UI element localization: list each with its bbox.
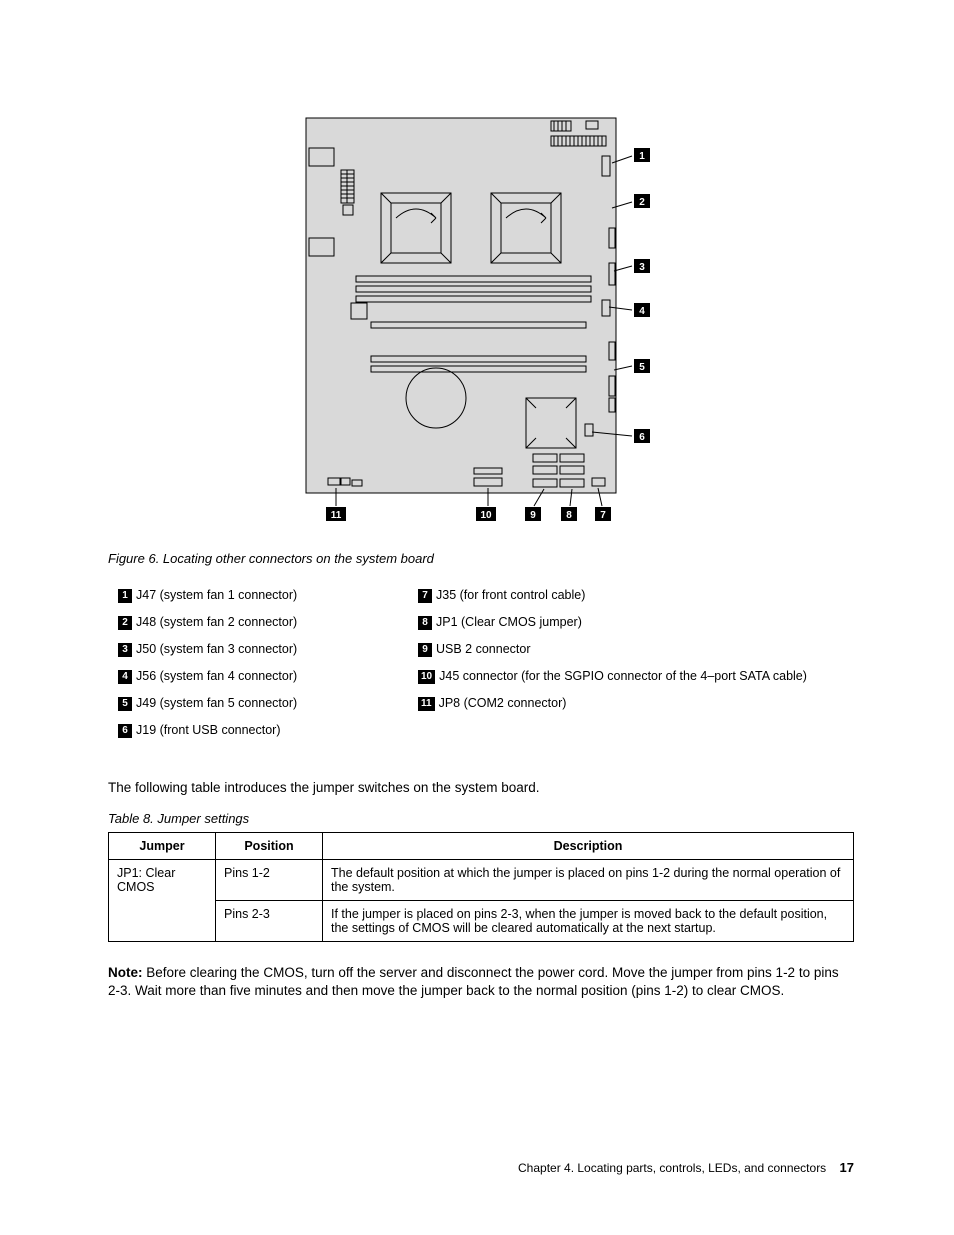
board-svg: 1 2 3 4 5 6 11 10 9 8 7	[296, 108, 666, 528]
system-board-diagram: 1 2 3 4 5 6 11 10 9 8 7	[108, 108, 854, 531]
svg-text:9: 9	[530, 510, 536, 521]
svg-text:10: 10	[480, 510, 492, 521]
svg-text:6: 6	[639, 432, 645, 443]
svg-text:5: 5	[639, 362, 645, 373]
intro-text: The following table introduces the jumpe…	[108, 780, 854, 795]
note: Note: Before clearing the CMOS, turn off…	[108, 964, 854, 1000]
svg-text:2: 2	[639, 197, 645, 208]
table-row: JP1: Clear CMOS Pins 1-2 The default pos…	[109, 860, 854, 901]
svg-text:8: 8	[566, 510, 572, 521]
page-footer: Chapter 4. Locating parts, controls, LED…	[518, 1160, 854, 1175]
svg-text:7: 7	[600, 510, 606, 521]
legend: 1J47 (system fan 1 connector) 2J48 (syst…	[118, 588, 854, 750]
figure-caption: Figure 6. Locating other connectors on t…	[108, 551, 854, 566]
svg-text:4: 4	[639, 306, 645, 317]
svg-text:11: 11	[331, 510, 342, 521]
jumper-settings-table: Jumper Position Description JP1: Clear C…	[108, 832, 854, 942]
svg-text:3: 3	[639, 262, 645, 273]
table-row: Pins 2-3 If the jumper is placed on pins…	[109, 901, 854, 942]
table-caption: Table 8. Jumper settings	[108, 811, 854, 826]
svg-text:1: 1	[639, 151, 645, 162]
